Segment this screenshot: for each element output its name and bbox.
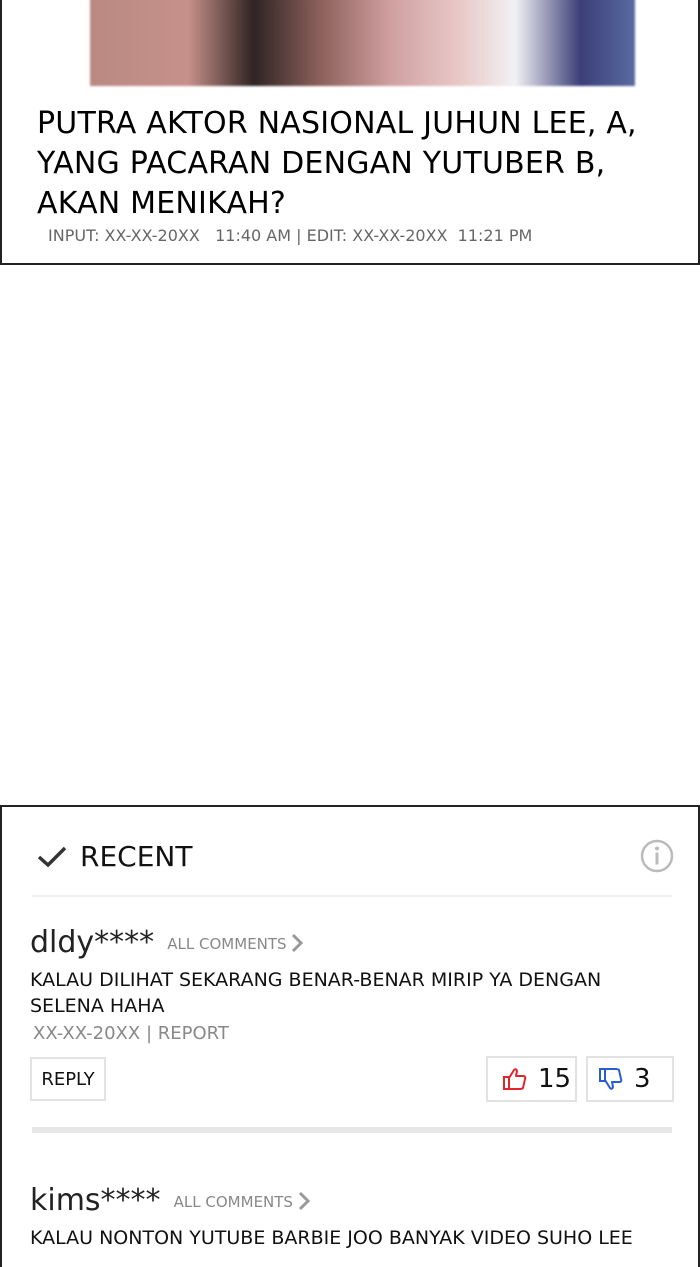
- thumbs-up-icon: [503, 1068, 527, 1090]
- info-icon[interactable]: [640, 839, 674, 873]
- article-card: PUTRA AKTOR NASIONAL JUHUN LEE, A, YANG …: [0, 0, 700, 265]
- article-meta: INPUT: XX-XX-20XX 11:40 AM | EDIT: XX-XX…: [48, 226, 533, 245]
- comment-text: KALAU NONTON YUTUBE BARBIE JOO BANYAK VI…: [30, 1227, 633, 1249]
- report-link[interactable]: REPORT: [158, 1023, 229, 1044]
- comment-meta: XX-XX-20XX | REPORT: [33, 1023, 675, 1044]
- all-comments-label: ALL COMMENTS: [173, 1193, 293, 1211]
- chevron-right-icon: [298, 1191, 310, 1211]
- all-comments-label: ALL COMMENTS: [167, 935, 287, 953]
- check-icon: [37, 846, 67, 868]
- thumbs-down-icon: [599, 1068, 623, 1090]
- comment-header: dldy**** ALL COMMENTS: [30, 925, 675, 965]
- comment-username[interactable]: kims****: [30, 1183, 161, 1218]
- like-button[interactable]: 15: [486, 1056, 577, 1102]
- reply-button[interactable]: REPLY: [30, 1057, 106, 1101]
- article-title: PUTRA AKTOR NASIONAL JUHUN LEE, A, YANG …: [37, 106, 637, 221]
- recent-label[interactable]: RECENT: [80, 837, 192, 877]
- article-image: [90, 0, 635, 86]
- dislike-button[interactable]: 3: [586, 1056, 674, 1102]
- comment-date: XX-XX-20XX: [33, 1023, 141, 1044]
- comment-item: kims**** ALL COMMENTS KALAU NONTON YUTUB…: [30, 1183, 675, 1251]
- comment-header: kims**** ALL COMMENTS: [30, 1183, 675, 1223]
- comment-item: dldy**** ALL COMMENTS KALAU DILIHAT SEKA…: [30, 925, 675, 1044]
- comment-text: KALAU DILIHAT SEKARANG BENAR-BENAR MIRIP…: [30, 969, 602, 1017]
- comment-separator: [32, 1127, 672, 1133]
- like-count: 15: [538, 1064, 572, 1094]
- all-comments-link[interactable]: ALL COMMENTS: [173, 1191, 310, 1211]
- dislike-count: 3: [634, 1064, 651, 1094]
- comments-card: RECENT dldy**** ALL COMMENTS KALAU DILIH…: [0, 805, 700, 1267]
- recent-header: RECENT: [32, 837, 674, 897]
- meta-divider: |: [145, 1023, 158, 1044]
- chevron-right-icon: [292, 933, 304, 953]
- comment-username[interactable]: dldy****: [30, 925, 154, 960]
- all-comments-link[interactable]: ALL COMMENTS: [167, 933, 304, 953]
